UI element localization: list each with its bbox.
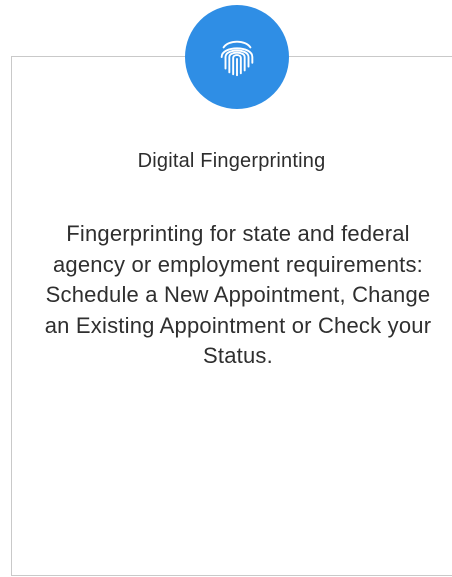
card-title: Digital Fingerprinting [137, 150, 326, 172]
fingerprint-icon [214, 34, 260, 80]
icon-badge [185, 5, 289, 109]
card-description: Fingerprinting for state and federal age… [44, 221, 432, 368]
